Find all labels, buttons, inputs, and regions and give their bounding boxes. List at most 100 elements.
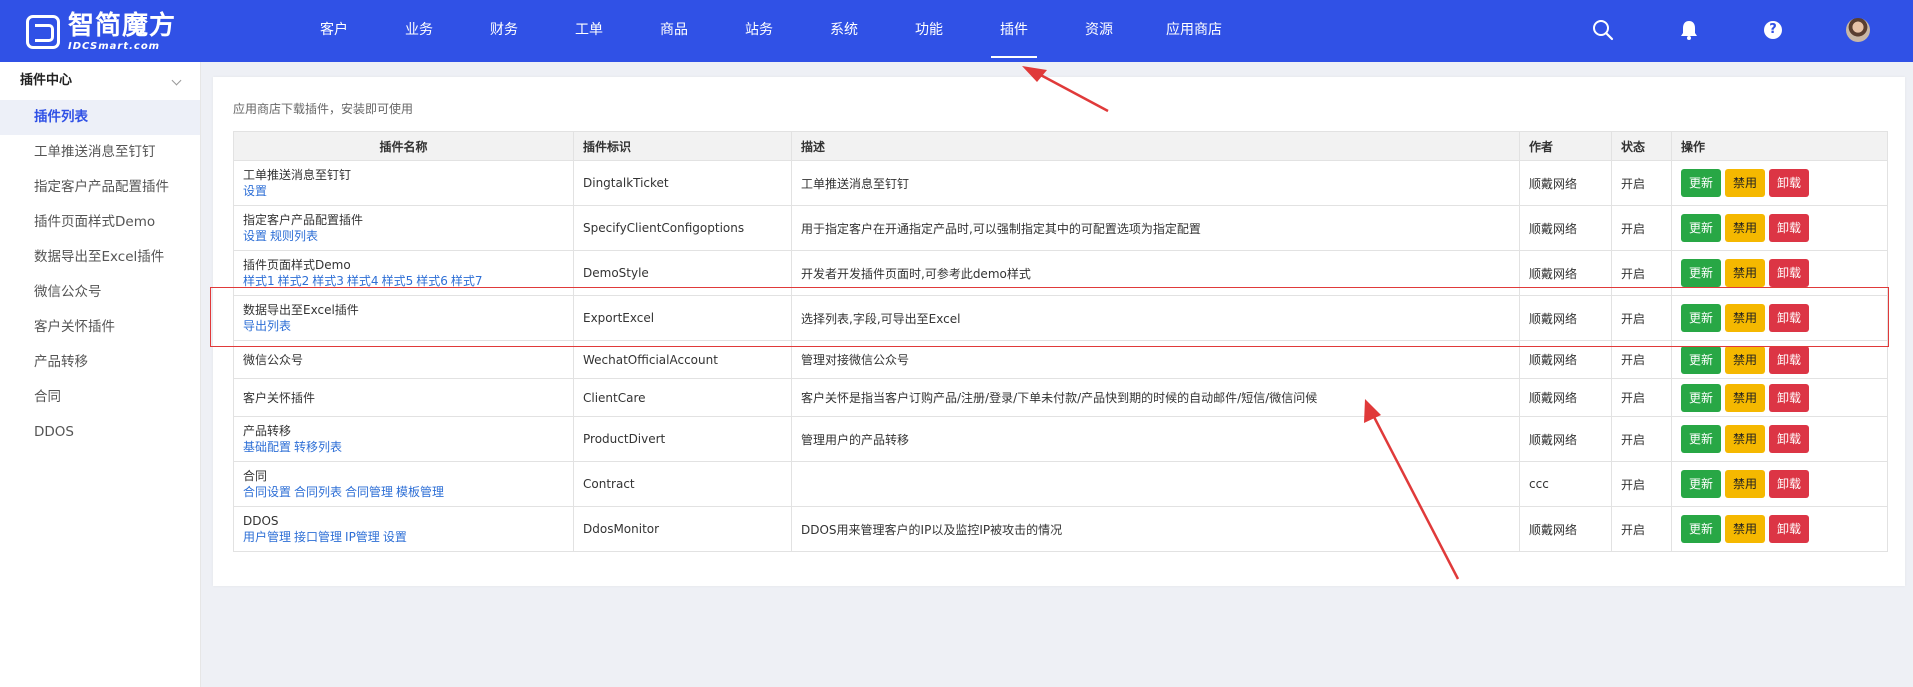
update-button[interactable]: 更新 xyxy=(1681,169,1722,197)
plugin-table-body: 工单推送消息至钉钉 设置 DingtalkTicket 工单推送消息至钉钉 顺戴网… xyxy=(233,160,1888,552)
nav-item-plugins[interactable]: 插件 xyxy=(980,0,1048,62)
plugin-link[interactable]: 样式7 xyxy=(451,274,483,288)
sidebar-item-product-divert[interactable]: 产品转移 xyxy=(0,345,200,380)
uninstall-button[interactable]: 卸载 xyxy=(1769,304,1810,332)
table-row: DDOS 用户管理 接口管理 IP管理 设置 DdosMonitor DDOS用来管理客… xyxy=(233,506,1888,552)
uninstall-button[interactable]: 卸载 xyxy=(1769,425,1810,453)
uninstall-button[interactable]: 卸载 xyxy=(1769,259,1810,287)
plugin-link[interactable]: 转移列表 xyxy=(294,440,342,454)
update-button[interactable]: 更新 xyxy=(1681,515,1722,543)
plugin-link[interactable]: 设置 xyxy=(243,184,267,198)
uninstall-button[interactable]: 卸载 xyxy=(1769,383,1810,412)
disable-button[interactable]: 禁用 xyxy=(1725,169,1766,197)
table-row: 数据导出至Excel插件 导出列表 ExportExcel 选择列表,字段,可导出… xyxy=(233,295,1888,341)
cell-plugin-status: 开启 xyxy=(1611,378,1672,417)
disable-button[interactable]: 禁用 xyxy=(1725,345,1766,374)
sidebar-item-client-care[interactable]: 客户关怀插件 xyxy=(0,310,200,345)
plugin-link[interactable]: 样式1 xyxy=(243,274,275,288)
nav-item-business[interactable]: 业务 xyxy=(385,0,453,62)
plugin-link[interactable]: 基础配置 xyxy=(243,440,291,454)
uninstall-button[interactable]: 卸载 xyxy=(1769,515,1810,543)
plugin-link[interactable]: 设置 xyxy=(383,530,407,544)
sidebar-item-dingtalk[interactable]: 工单推送消息至钉钉 xyxy=(0,135,200,170)
plugin-link[interactable]: 设置 xyxy=(243,229,267,243)
cell-plugin-actions: 更新 禁用 卸载 xyxy=(1671,416,1888,462)
cell-plugin-desc: 用于指定客户在开通指定产品时,可以强制指定其中的可配置选项为指定配置 xyxy=(791,205,1520,251)
disable-button[interactable]: 禁用 xyxy=(1725,515,1766,543)
sidebar-item-plugin-list[interactable]: 插件列表 xyxy=(0,100,200,135)
disable-button[interactable]: 禁用 xyxy=(1725,383,1766,412)
nav-item-system[interactable]: 系统 xyxy=(810,0,878,62)
nav-item-products[interactable]: 商品 xyxy=(640,0,708,62)
cell-plugin-status: 开启 xyxy=(1611,416,1672,462)
search-icon[interactable] xyxy=(1592,19,1616,43)
disable-button[interactable]: 禁用 xyxy=(1725,425,1766,453)
nav-item-tickets[interactable]: 工单 xyxy=(555,0,623,62)
nav-item-site[interactable]: 站务 xyxy=(725,0,793,62)
logo[interactable]: 智简魔方 IDCSmart.com xyxy=(26,13,176,52)
plugin-link[interactable]: IP管理 xyxy=(345,530,380,544)
plugin-link[interactable]: 规则列表 xyxy=(270,229,318,243)
sidebar-item-contract[interactable]: 合同 xyxy=(0,380,200,415)
sidebar-group-label: 插件中心 xyxy=(20,73,73,88)
logo-name-en: IDCSmart.com xyxy=(68,40,161,52)
uninstall-button[interactable]: 卸载 xyxy=(1769,214,1810,242)
table-row: 客户关怀插件 ClientCare 客户关怀是指当客户订购产品/注册/登录/下单… xyxy=(233,378,1888,417)
plugin-link[interactable]: 模板管理 xyxy=(396,485,444,499)
plugin-link[interactable]: 合同设置 xyxy=(243,485,291,499)
sidebar-item-specify-config[interactable]: 指定客户产品配置插件 xyxy=(0,170,200,205)
update-button[interactable]: 更新 xyxy=(1681,345,1722,374)
disable-button[interactable]: 禁用 xyxy=(1725,470,1766,498)
cell-plugin-id: DdosMonitor xyxy=(573,506,792,552)
cell-plugin-name: 微信公众号 xyxy=(233,340,574,379)
plugin-link[interactable]: 样式6 xyxy=(416,274,448,288)
cell-plugin-name: 数据导出至Excel插件 导出列表 xyxy=(233,295,574,341)
plugin-name: 插件页面样式Demo xyxy=(243,258,351,272)
plugin-links: 设置 xyxy=(243,183,573,199)
sidebar-item-wechat[interactable]: 微信公众号 xyxy=(0,275,200,310)
uninstall-button[interactable]: 卸载 xyxy=(1769,470,1810,498)
cell-plugin-status: 开启 xyxy=(1611,506,1672,552)
cell-plugin-id: DemoStyle xyxy=(573,250,792,296)
plugin-link[interactable]: 合同列表 xyxy=(294,485,342,499)
plugin-link[interactable]: 合同管理 xyxy=(345,485,393,499)
plugin-name: 指定客户产品配置插件 xyxy=(243,213,364,227)
update-button[interactable]: 更新 xyxy=(1681,304,1722,332)
avatar[interactable] xyxy=(1846,18,1870,42)
cell-plugin-author: 顺戴网络 xyxy=(1519,416,1612,462)
disable-button[interactable]: 禁用 xyxy=(1725,214,1766,242)
help-icon[interactable]: ? xyxy=(1764,21,1782,39)
nav-item-functions[interactable]: 功能 xyxy=(895,0,963,62)
bell-icon[interactable] xyxy=(1678,19,1702,43)
plugin-link[interactable]: 用户管理 xyxy=(243,530,291,544)
uninstall-button[interactable]: 卸载 xyxy=(1769,345,1810,374)
disable-button[interactable]: 禁用 xyxy=(1725,259,1766,287)
nav-item-resources[interactable]: 资源 xyxy=(1065,0,1133,62)
update-button[interactable]: 更新 xyxy=(1681,383,1722,412)
uninstall-button[interactable]: 卸载 xyxy=(1769,169,1810,197)
sidebar-item-demo-style[interactable]: 插件页面样式Demo xyxy=(0,205,200,240)
cell-plugin-desc: DDOS用来管理客户的IP以及监控IP被攻击的情况 xyxy=(791,506,1520,552)
disable-button[interactable]: 禁用 xyxy=(1725,304,1766,332)
nav-item-app-store[interactable]: 应用商店 xyxy=(1150,0,1238,62)
update-button[interactable]: 更新 xyxy=(1681,425,1722,453)
update-button[interactable]: 更新 xyxy=(1681,259,1722,287)
plugin-link[interactable]: 样式5 xyxy=(382,274,414,288)
sidebar-item-export-excel[interactable]: 数据导出至Excel插件 xyxy=(0,240,200,275)
cell-plugin-id: DingtalkTicket xyxy=(573,160,792,206)
update-button[interactable]: 更新 xyxy=(1681,470,1722,498)
plugin-link[interactable]: 样式4 xyxy=(347,274,379,288)
sidebar-group-plugin-center[interactable]: 插件中心 xyxy=(0,62,200,100)
plugin-link[interactable]: 样式2 xyxy=(278,274,310,288)
cell-plugin-desc: 开发者开发插件页面时,可参考此demo样式 xyxy=(791,250,1520,296)
plugin-link[interactable]: 接口管理 xyxy=(294,530,342,544)
plugin-link[interactable]: 导出列表 xyxy=(243,319,291,333)
plugin-link[interactable]: 样式3 xyxy=(312,274,344,288)
nav-item-customers[interactable]: 客户 xyxy=(300,0,368,62)
nav-item-finance[interactable]: 财务 xyxy=(470,0,538,62)
table-header-row: 插件名称 插件标识 描述 作者 状态 操作 xyxy=(233,131,1888,161)
plugin-links: 导出列表 xyxy=(243,318,573,334)
cell-plugin-desc: 客户关怀是指当客户订购产品/注册/登录/下单未付款/产品快到期的时候的自动邮件/… xyxy=(791,378,1520,417)
sidebar-item-ddos[interactable]: DDOS xyxy=(0,415,200,450)
update-button[interactable]: 更新 xyxy=(1681,214,1722,242)
